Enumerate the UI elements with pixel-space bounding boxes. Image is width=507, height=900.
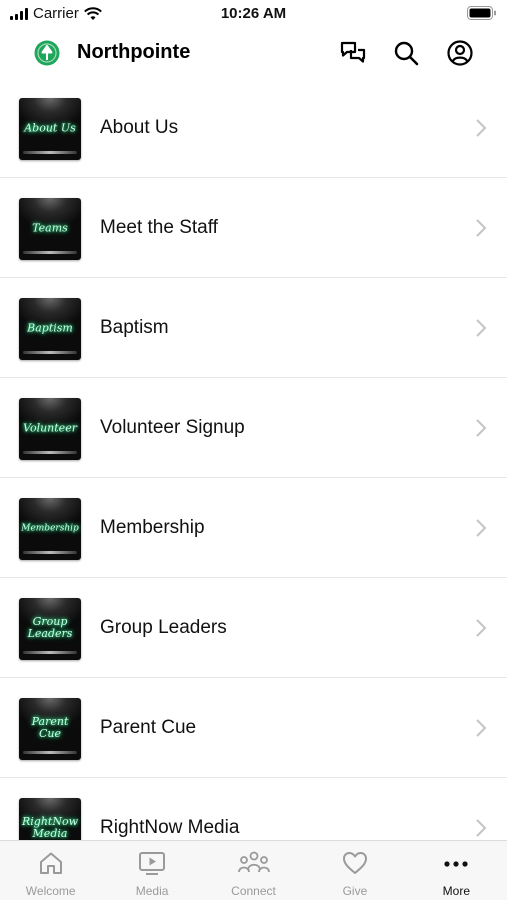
thumbnail-text: Group Leaders	[27, 614, 73, 640]
tab-label: Give	[342, 884, 368, 898]
leaf-logo-icon[interactable]	[34, 40, 60, 66]
menu-item-membership[interactable]: Membership Membership	[0, 478, 507, 578]
menu-item-thumbnail: Teams	[19, 198, 81, 260]
menu-item-volunteer-signup[interactable]: Volunteer Volunteer Signup	[0, 378, 507, 478]
thumbnail-text: About Us	[24, 121, 76, 135]
thumbnail-text: RightNow Media	[21, 814, 78, 840]
menu-item-thumbnail: Parent Cue	[19, 698, 81, 760]
chevron-right-icon	[476, 119, 487, 137]
chevron-right-icon	[476, 319, 487, 337]
tab-media[interactable]: Media	[101, 841, 202, 900]
profile-icon[interactable]	[446, 39, 474, 67]
menu-item-label: RightNow Media	[100, 817, 240, 838]
chevron-right-icon	[476, 619, 487, 637]
tab-label: Connect	[231, 884, 276, 898]
thumbnail-text: Baptism	[27, 321, 73, 335]
heart-icon	[342, 852, 367, 874]
menu-item-thumbnail: Group Leaders	[19, 598, 81, 660]
menu-list: About Us About Us Teams Meet the Staff B…	[0, 78, 507, 840]
status-time: 10:26 AM	[220, 5, 287, 22]
menu-item-baptism[interactable]: Baptism Baptism	[0, 278, 507, 378]
menu-item-about-us[interactable]: About Us About Us	[0, 78, 507, 178]
thumbnail-text: Membership	[21, 523, 79, 534]
menu-item-group-leaders[interactable]: Group Leaders Group Leaders	[0, 578, 507, 678]
chevron-right-icon	[476, 419, 487, 437]
app-header: Northpointe	[0, 28, 507, 78]
menu-item-label: About Us	[100, 117, 179, 138]
search-icon[interactable]	[392, 39, 420, 67]
menu-item-label: Membership	[100, 517, 205, 538]
thumbnail-text: Volunteer	[23, 421, 77, 435]
home-icon	[39, 852, 62, 874]
chevron-right-icon	[476, 719, 487, 737]
chevron-right-icon	[476, 219, 487, 237]
tab-label: Media	[135, 884, 169, 898]
battery-icon	[467, 6, 497, 25]
thumbnail-text: Parent Cue	[31, 714, 69, 740]
menu-item-thumbnail: Volunteer	[19, 398, 81, 460]
more-dots-icon	[444, 861, 468, 867]
menu-item-label: Parent Cue	[100, 717, 197, 738]
menu-item-label: Meet the Staff	[100, 217, 218, 238]
status-bar: Carrier 10:26 AM	[0, 0, 507, 28]
tab-connect[interactable]: Connect	[203, 841, 304, 900]
tab-more[interactable]: More	[406, 841, 507, 900]
menu-item-parent-cue[interactable]: Parent Cue Parent Cue	[0, 678, 507, 778]
tab-give[interactable]: Give	[304, 841, 405, 900]
menu-item-thumbnail: About Us	[19, 98, 81, 160]
menu-item-thumbnail: Membership	[19, 498, 81, 560]
menu-item-rightnow-media[interactable]: RightNow Media RightNow Media	[0, 778, 507, 840]
bottom-tab-bar: Welcome Media Connect Give More	[0, 840, 507, 900]
menu-item-meet-the-staff[interactable]: Teams Meet the Staff	[0, 178, 507, 278]
app-title: Northpointe	[77, 41, 191, 63]
menu-item-thumbnail: RightNow Media	[19, 798, 81, 840]
chevron-right-icon	[476, 519, 487, 537]
chevron-right-icon	[476, 819, 487, 837]
menu-item-thumbnail: Baptism	[19, 298, 81, 360]
tab-label: Welcome	[25, 884, 76, 898]
menu-item-label: Baptism	[100, 317, 169, 338]
messages-icon[interactable]	[339, 39, 367, 67]
tab-label: More	[442, 884, 470, 898]
people-icon	[237, 851, 270, 873]
tab-welcome[interactable]: Welcome	[0, 841, 101, 900]
menu-item-label: Group Leaders	[100, 617, 227, 638]
tv-play-icon	[139, 852, 166, 875]
menu-item-label: Volunteer Signup	[100, 417, 245, 438]
thumbnail-text: Teams	[32, 221, 68, 235]
